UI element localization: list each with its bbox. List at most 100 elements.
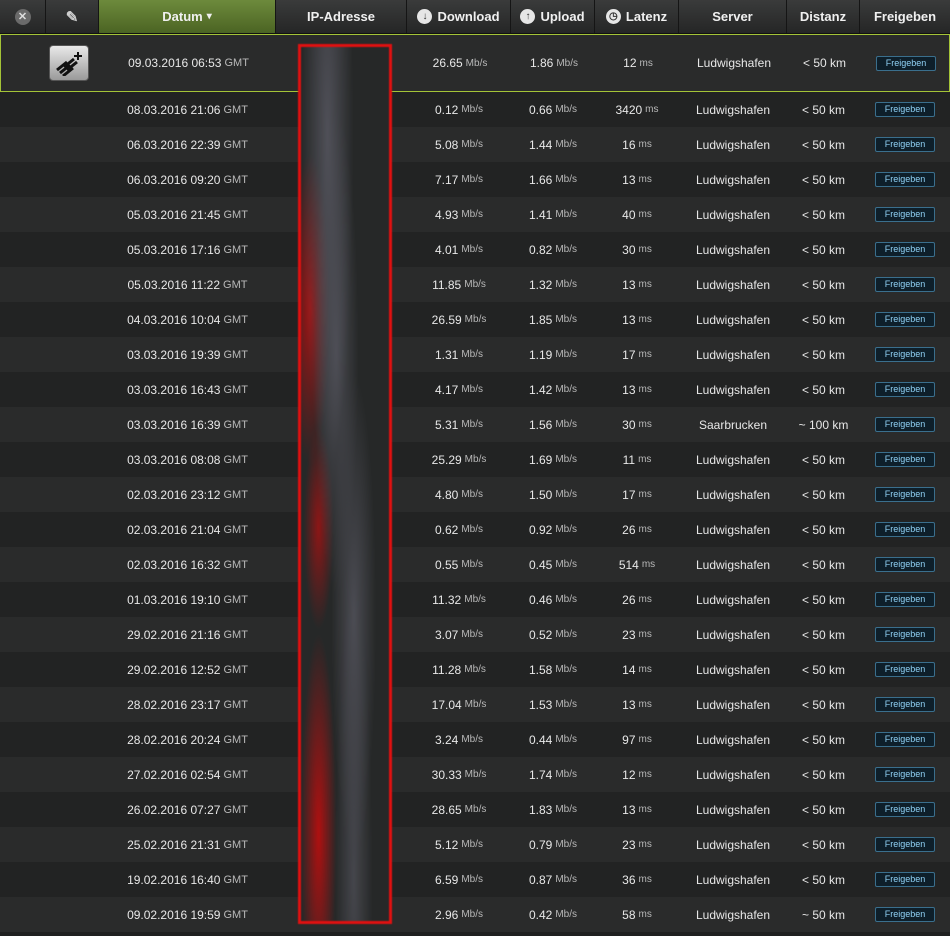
download-unit: Mb/s xyxy=(461,559,484,570)
latency-cell: 514 ms xyxy=(595,547,679,582)
share-button[interactable]: Freigeben xyxy=(875,907,935,922)
share-button[interactable]: Freigeben xyxy=(875,837,935,852)
download-cell: 28.65 Mb/s xyxy=(407,792,511,827)
table-row[interactable]: 29.02.2016 21:16 GMT 3.07 Mb/s 0.52 Mb/s 23 ms L… xyxy=(0,617,950,652)
column-header-server[interactable]: Server xyxy=(679,0,787,33)
share-button[interactable]: Freigeben xyxy=(875,697,935,712)
table-row[interactable]: 09.02.2016 19:59 GMT 2.96 Mb/s 0.42 Mb/s 58 ms L… xyxy=(0,897,950,932)
share-button[interactable]: Freigeben xyxy=(875,732,935,747)
latency-cell: 13 ms xyxy=(595,687,679,722)
server-cell: Saarbrucken xyxy=(679,407,787,442)
upload-unit: Mb/s xyxy=(556,57,579,69)
share-button[interactable]: Freigeben xyxy=(875,452,935,467)
table-row[interactable]: 03.03.2016 16:43 GMT 4.17 Mb/s 1.42 Mb/s 13 ms L… xyxy=(0,372,950,407)
table-row[interactable]: 05.03.2016 11:22 GMT 11.85 Mb/s 1.32 Mb/s 13 ms… xyxy=(0,267,950,302)
edit-button[interactable]: ✎ xyxy=(46,0,99,33)
latency-unit: ms xyxy=(638,699,652,710)
date-value: 05.03.2016 17:16 xyxy=(127,242,221,257)
share-button[interactable]: Freigeben xyxy=(875,207,935,222)
server-cell: Ludwigshafen xyxy=(679,687,787,722)
share-button[interactable]: Freigeben xyxy=(875,767,935,782)
table-row[interactable]: 05.03.2016 21:45 GMT 4.93 Mb/s 1.41 Mb/s 40 ms L… xyxy=(0,197,950,232)
latency-cell: 30 ms xyxy=(595,407,679,442)
share-button[interactable]: Freigeben xyxy=(875,592,935,607)
timezone-label: GMT xyxy=(224,57,249,69)
distance-cell: < 50 km xyxy=(787,372,860,407)
date-cell: 06.03.2016 09:20 GMT xyxy=(99,162,276,197)
share-button[interactable]: Freigeben xyxy=(875,102,935,117)
column-header-ip[interactable]: IP-Adresse xyxy=(276,0,407,33)
share-button[interactable]: Freigeben xyxy=(875,872,935,887)
table-header: ✕ ✎ Datum ▾ IP-Adresse ↓ Download ↑ Uplo… xyxy=(0,0,950,34)
column-header-datum[interactable]: Datum ▾ xyxy=(99,0,276,33)
share-button[interactable]: Freigeben xyxy=(875,557,935,572)
column-header-freigeben[interactable]: Freigeben xyxy=(860,0,950,33)
latency-cell: 13 ms xyxy=(595,792,679,827)
share-button[interactable]: Freigeben xyxy=(875,172,935,187)
timezone-label: GMT xyxy=(223,313,248,326)
share-button[interactable]: Freigeben xyxy=(875,662,935,677)
table-row[interactable]: 26.02.2016 07:27 GMT 28.65 Mb/s 1.83 Mb/s 13 ms… xyxy=(0,792,950,827)
share-button[interactable]: Freigeben xyxy=(875,522,935,537)
table-row[interactable]: 29.02.2016 12:52 GMT 11.28 Mb/s 1.58 Mb/s 14 ms… xyxy=(0,652,950,687)
share-button[interactable]: Freigeben xyxy=(875,627,935,642)
table-row[interactable]: 27.02.2016 02:54 GMT 30.33 Mb/s 1.74 Mb/s 12 ms… xyxy=(0,757,950,792)
latency-value: 26 xyxy=(622,522,636,537)
distance-cell: < 50 km xyxy=(787,92,860,127)
column-header-download[interactable]: ↓ Download xyxy=(407,0,511,33)
table-row[interactable]: 28.02.2016 23:17 GMT 17.04 Mb/s 1.53 Mb/s 13 ms… xyxy=(0,687,950,722)
table-row[interactable]: 05.03.2016 17:16 GMT 4.01 Mb/s 0.82 Mb/s 30 ms L… xyxy=(0,232,950,267)
close-button[interactable]: ✕ xyxy=(0,0,46,33)
column-header-upload[interactable]: ↑ Upload xyxy=(511,0,595,33)
table-row[interactable]: 08.03.2016 21:06 GMT 0.12 Mb/s 0.66 Mb/s 3420 m… xyxy=(0,92,950,127)
distance-value: < 50 km xyxy=(801,137,846,152)
download-cell: 5.31 Mb/s xyxy=(407,407,511,442)
download-cell: 30.33 Mb/s xyxy=(407,757,511,792)
table-row[interactable]: 01.03.2016 19:10 GMT 11.32 Mb/s 0.46 Mb/s 26 ms… xyxy=(0,582,950,617)
download-unit: Mb/s xyxy=(464,699,487,710)
share-button[interactable]: Freigeben xyxy=(875,802,935,817)
table-row[interactable]: 09.03.2016 06:53 GMT 26.65 Mb/s 1.86 Mb/s 12 ms… xyxy=(0,34,950,92)
upload-unit: Mb/s xyxy=(555,664,578,675)
upload-value: 0.66 xyxy=(528,102,553,117)
share-button[interactable]: Freigeben xyxy=(875,347,935,362)
share-cell: Freigeben xyxy=(860,232,950,267)
date-value: 26.02.2016 07:27 xyxy=(127,802,221,817)
latency-value: 11 xyxy=(622,452,636,467)
share-cell: Freigeben xyxy=(860,652,950,687)
latency-value: 30 xyxy=(622,417,636,432)
share-button[interactable]: Freigeben xyxy=(875,487,935,502)
table-row[interactable]: 02.03.2016 21:04 GMT 0.62 Mb/s 0.92 Mb/s 26 ms L… xyxy=(0,512,950,547)
table-row[interactable]: 04.03.2016 10:04 GMT 26.59 Mb/s 1.85 Mb/s 13 ms… xyxy=(0,302,950,337)
table-row[interactable]: 03.03.2016 19:39 GMT 1.31 Mb/s 1.19 Mb/s 17 ms L… xyxy=(0,337,950,372)
timezone-label: GMT xyxy=(223,628,248,641)
column-header-distanz[interactable]: Distanz xyxy=(787,0,860,33)
download-value: 3.24 xyxy=(434,732,459,747)
distance-value: ~ 50 km xyxy=(801,907,846,922)
upload-value: 0.46 xyxy=(528,592,553,607)
table-row[interactable]: 28.02.2016 20:24 GMT 3.24 Mb/s 0.44 Mb/s 97 ms L… xyxy=(0,722,950,757)
server-value: Ludwigshafen xyxy=(695,732,771,747)
table-row[interactable]: 02.03.2016 23:12 GMT 4.80 Mb/s 1.50 Mb/s 17 ms L… xyxy=(0,477,950,512)
distance-value: < 50 km xyxy=(801,382,846,397)
table-row[interactable]: 06.03.2016 22:39 GMT 5.08 Mb/s 1.44 Mb/s 16 ms L… xyxy=(0,127,950,162)
column-header-latenz[interactable]: ◷ Latenz xyxy=(595,0,679,33)
table-row[interactable]: 25.02.2016 21:31 GMT 5.12 Mb/s 0.79 Mb/s 23 ms L… xyxy=(0,827,950,862)
table-row[interactable]: 06.03.2016 09:20 GMT 7.17 Mb/s 1.66 Mb/s 13 ms L… xyxy=(0,162,950,197)
server-cell: Ludwigshafen xyxy=(679,232,787,267)
latency-unit: ms xyxy=(638,419,652,430)
share-button[interactable]: Freigeben xyxy=(876,55,936,71)
upload-cell: 1.53 Mb/s xyxy=(511,687,595,722)
table-row[interactable]: 03.03.2016 16:39 GMT 5.31 Mb/s 1.56 Mb/s 30 ms S… xyxy=(0,407,950,442)
latency-cell: 13 ms xyxy=(595,162,679,197)
share-button[interactable]: Freigeben xyxy=(875,382,935,397)
share-button[interactable]: Freigeben xyxy=(875,277,935,292)
upload-unit: Mb/s xyxy=(555,349,578,360)
table-row[interactable]: 03.03.2016 08:08 GMT 25.29 Mb/s 1.69 Mb/s 11 ms… xyxy=(0,442,950,477)
share-button[interactable]: Freigeben xyxy=(875,242,935,257)
share-button[interactable]: Freigeben xyxy=(875,312,935,327)
table-row[interactable]: 19.02.2016 16:40 GMT 6.59 Mb/s 0.87 Mb/s 36 ms L… xyxy=(0,862,950,897)
table-row[interactable]: 02.03.2016 16:32 GMT 0.55 Mb/s 0.45 Mb/s 514 ms… xyxy=(0,547,950,582)
share-button[interactable]: Freigeben xyxy=(875,417,935,432)
share-button[interactable]: Freigeben xyxy=(875,137,935,152)
